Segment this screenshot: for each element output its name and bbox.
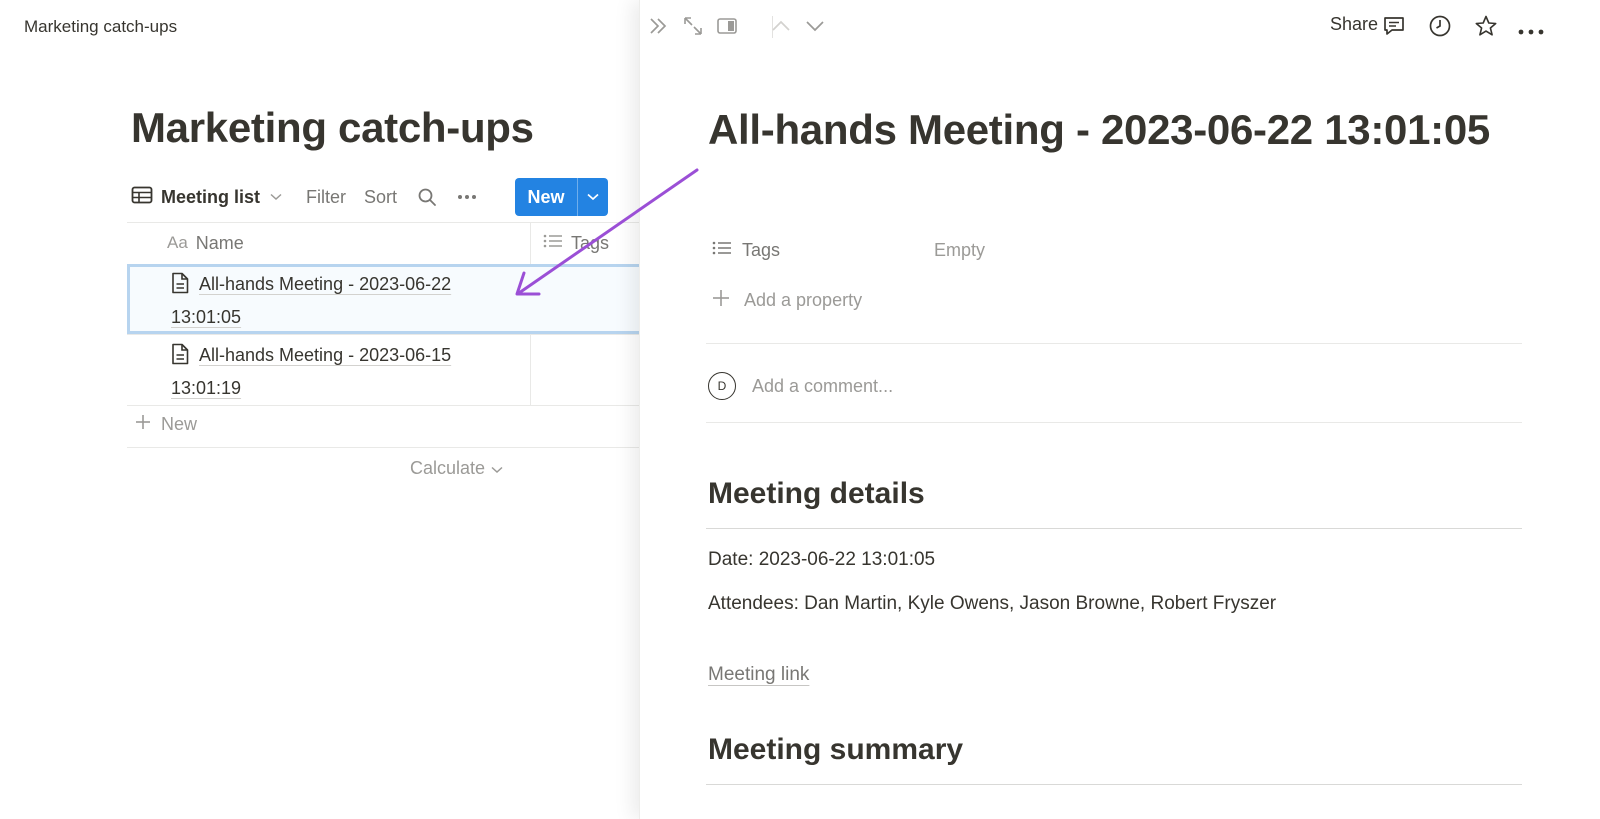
list-icon xyxy=(712,240,732,261)
view-label: Meeting list xyxy=(161,186,261,207)
database-pane: Marketing catch-ups Marketing catch-ups … xyxy=(0,0,640,819)
meeting-link[interactable]: Meeting link xyxy=(708,664,809,686)
section-heading[interactable]: Meeting details xyxy=(708,477,925,511)
row-name-cell[interactable]: All-hands Meeting - 2023-06-15 13:01:19 xyxy=(171,341,511,403)
share-button[interactable]: Share xyxy=(1330,14,1378,35)
calculate-label: Calculate xyxy=(410,458,486,478)
view-tab-meeting-list[interactable]: Meeting list xyxy=(131,186,282,209)
table-icon xyxy=(131,186,153,209)
add-property-label: Add a property xyxy=(744,289,863,310)
property-name[interactable]: Tags xyxy=(712,240,934,261)
section-heading[interactable]: Meeting summary xyxy=(708,733,963,767)
breadcrumb[interactable]: Marketing catch-ups xyxy=(24,17,177,37)
property-label: Tags xyxy=(742,239,781,260)
comment-composer[interactable]: D Add a comment... xyxy=(708,372,893,400)
property-value[interactable]: Empty xyxy=(934,240,985,261)
divider xyxy=(706,343,1522,344)
list-icon xyxy=(543,233,563,254)
database-toolbar: Meeting list Filter Sort New xyxy=(131,178,611,216)
attendees-text[interactable]: Attendees: Dan Martin, Kyle Owens, Jason… xyxy=(708,593,1276,615)
plus-icon xyxy=(135,414,151,435)
page-peek-panel: Share All-hands Meeting - 2023-06-22 13:… xyxy=(640,0,1600,819)
row-title: All-hands Meeting - 2023-06-22 13:01:05 xyxy=(171,274,452,327)
sort-button[interactable]: Sort xyxy=(364,187,397,208)
comments-icon[interactable] xyxy=(1382,14,1406,43)
table-row[interactable]: All-hands Meeting - 2023-06-22 13:01:05 xyxy=(127,264,640,334)
calculate-button[interactable]: Calculate xyxy=(410,458,503,479)
close-peek-icon[interactable] xyxy=(648,14,668,43)
divider xyxy=(127,447,640,448)
filter-button[interactable]: Filter xyxy=(306,187,346,208)
page-title[interactable]: All-hands Meeting - 2023-06-22 13:01:05 xyxy=(708,104,1508,155)
document-icon xyxy=(171,343,189,374)
more-options-icon[interactable] xyxy=(1518,22,1544,40)
expand-icon[interactable] xyxy=(682,14,704,43)
new-button[interactable]: New xyxy=(515,178,608,216)
database-title[interactable]: Marketing catch-ups xyxy=(131,104,534,152)
meeting-date-text[interactable]: Date: 2023-06-22 13:01:05 xyxy=(708,549,935,571)
updates-clock-icon[interactable] xyxy=(1428,14,1452,43)
column-header-tags[interactable]: Tags xyxy=(543,222,609,264)
more-options-icon[interactable] xyxy=(457,194,477,200)
next-page-icon[interactable] xyxy=(804,14,826,43)
column-header-label: Name xyxy=(195,232,244,253)
row-title: All-hands Meeting - 2023-06-15 13:01:19 xyxy=(171,345,452,398)
add-property-button[interactable]: Add a property xyxy=(712,285,862,315)
text-type-icon: Aa xyxy=(167,233,188,252)
divider xyxy=(706,422,1522,423)
heading-divider xyxy=(706,528,1522,529)
new-button-label: New xyxy=(515,178,578,216)
chevron-down-icon xyxy=(270,190,282,204)
property-row-tags[interactable]: Tags Empty xyxy=(712,235,985,265)
column-header-name[interactable]: Aa Name xyxy=(167,222,244,264)
comment-input[interactable]: Add a comment... xyxy=(752,376,893,397)
heading-divider xyxy=(706,784,1522,785)
side-peek-icon[interactable] xyxy=(716,14,738,43)
document-icon xyxy=(171,272,189,303)
avatar: D xyxy=(708,372,736,400)
column-header-label: Tags xyxy=(571,232,610,253)
favorite-star-icon[interactable] xyxy=(1474,14,1498,43)
chevron-down-icon xyxy=(491,458,503,479)
add-row-button[interactable]: New xyxy=(135,414,197,435)
previous-page-icon[interactable] xyxy=(770,14,792,43)
table-row[interactable]: All-hands Meeting - 2023-06-15 13:01:19 xyxy=(127,335,640,405)
add-row-label: New xyxy=(161,414,198,434)
search-icon[interactable] xyxy=(417,187,437,207)
peek-topbar: Share xyxy=(640,0,1600,54)
chevron-down-icon[interactable] xyxy=(578,178,608,216)
plus-icon xyxy=(712,289,730,312)
divider xyxy=(127,405,640,406)
row-name-cell[interactable]: All-hands Meeting - 2023-06-22 13:01:05 xyxy=(171,270,511,332)
